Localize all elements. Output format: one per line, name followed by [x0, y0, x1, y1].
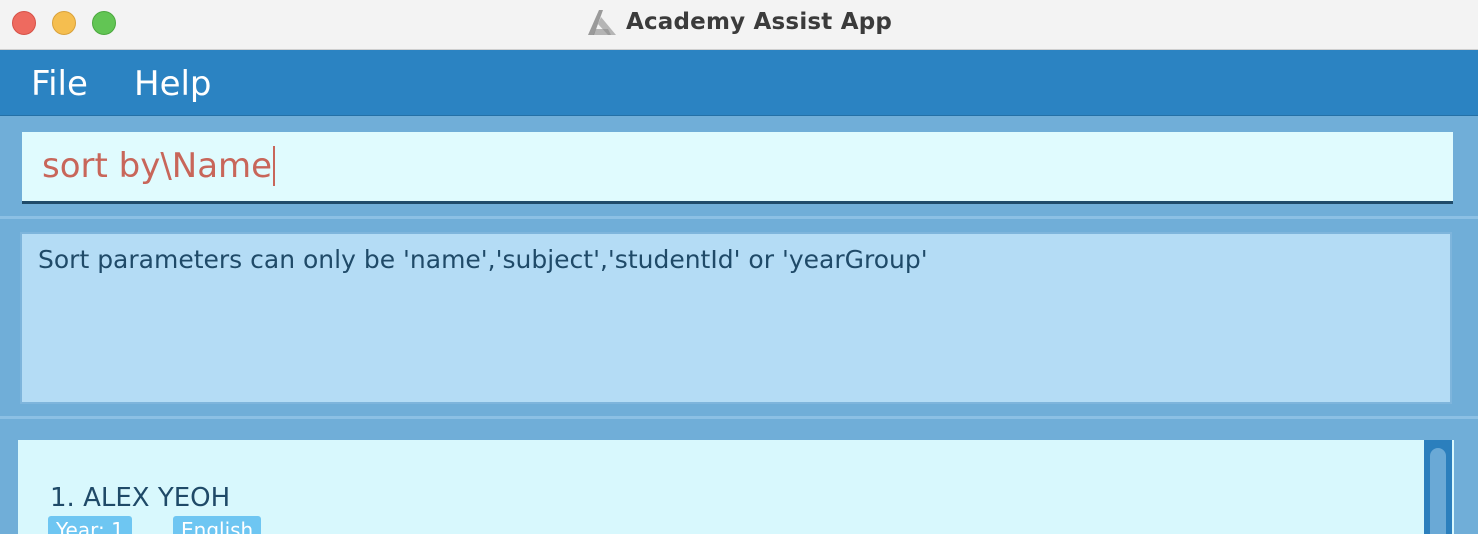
student-name: 1. ALEX YEOH [50, 483, 231, 513]
command-text: sort by\Name [42, 146, 273, 186]
menu-help[interactable]: Help [134, 64, 212, 104]
year-tag: Year: 1 [48, 516, 132, 534]
list-scrollbar[interactable] [1424, 440, 1452, 534]
panel-divider [0, 416, 1478, 419]
command-input[interactable]: sort by\Name [42, 146, 276, 186]
menu-file[interactable]: File [31, 64, 88, 104]
title-bar[interactable]: Academy Assist App [0, 0, 1478, 50]
text-caret [273, 146, 276, 186]
app-window: Academy Assist App File Help sort by\Nam… [0, 0, 1478, 534]
student-card[interactable]: 1. ALEX YEOH Year: 1 English [18, 440, 1418, 534]
command-panel: sort by\Name [0, 116, 1478, 218]
subject-tag: English [173, 516, 262, 534]
result-display: Sort parameters can only be 'name','subj… [20, 232, 1452, 404]
student-list[interactable]: 1. ALEX YEOH Year: 1 English [18, 440, 1454, 534]
result-message: Sort parameters can only be 'name','subj… [38, 245, 928, 274]
window-title-group: Academy Assist App [0, 0, 1478, 44]
menu-bar: File Help [0, 50, 1478, 116]
window-title: Academy Assist App [625, 9, 893, 35]
panel-divider [0, 216, 1478, 219]
command-input-box[interactable]: sort by\Name [22, 132, 1453, 204]
scrollbar-thumb[interactable] [1430, 448, 1446, 534]
app-logo-icon [587, 10, 616, 35]
